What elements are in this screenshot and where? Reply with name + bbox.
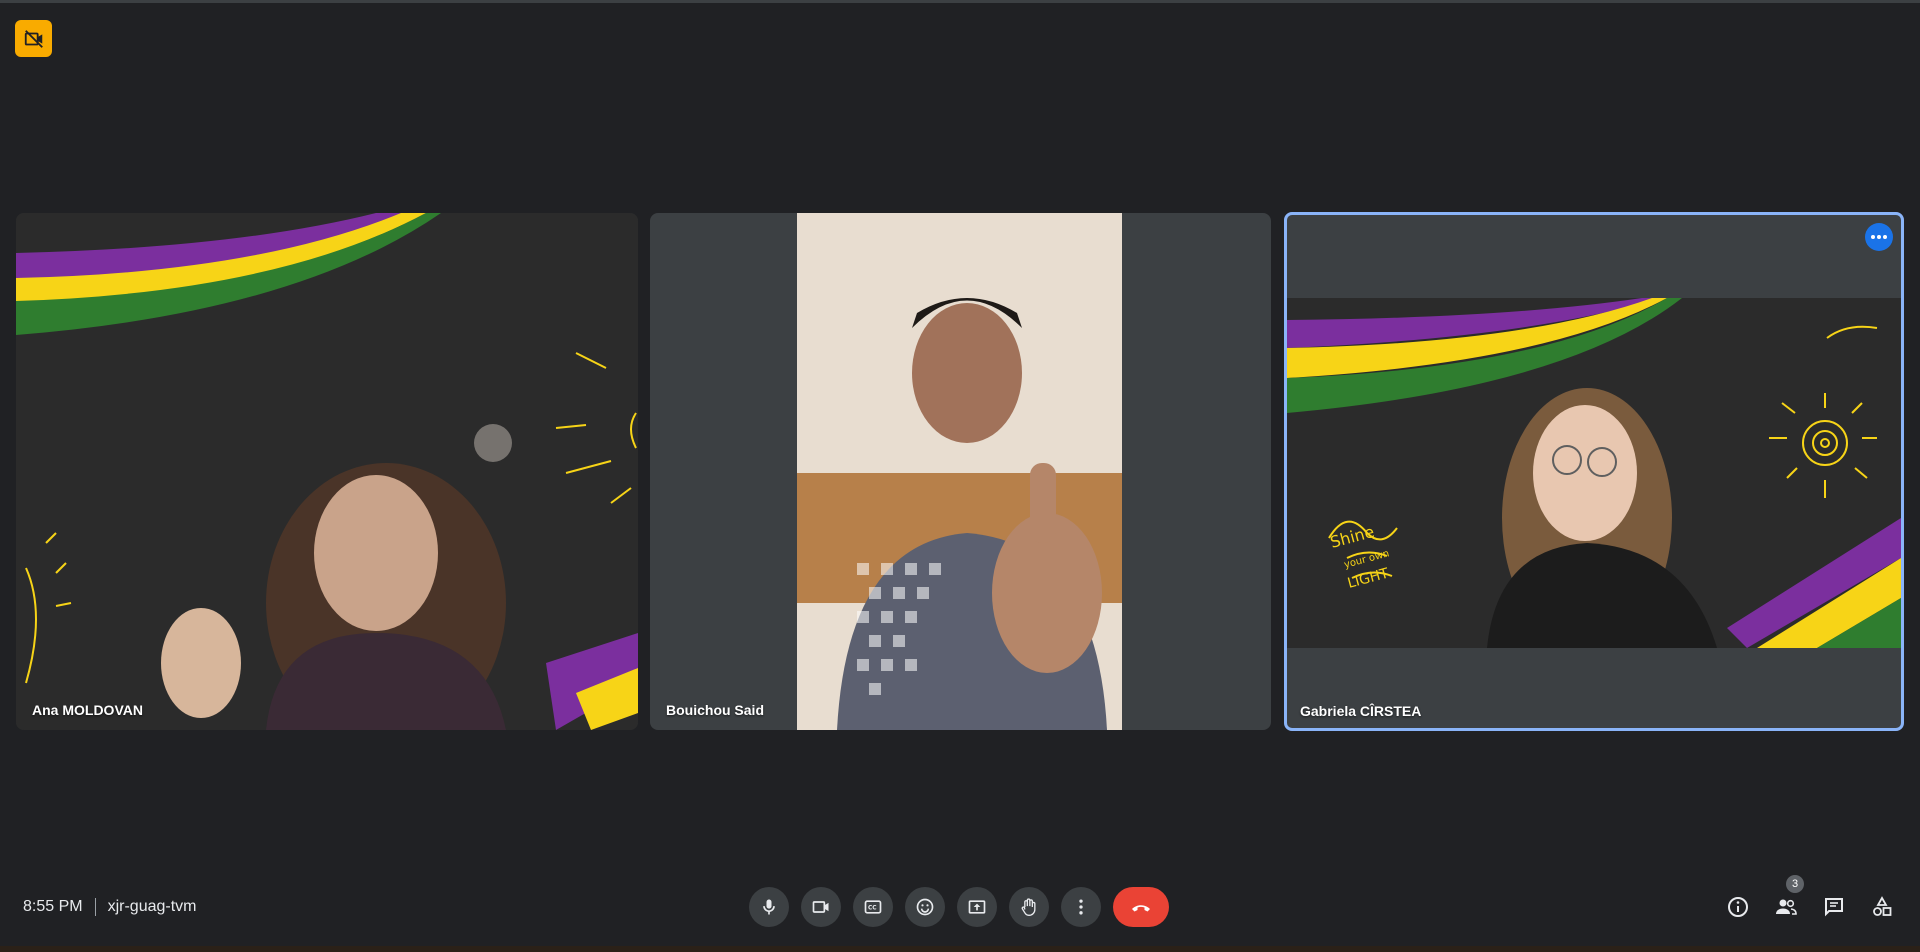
microphone-icon: [759, 897, 779, 917]
emoji-icon: [915, 897, 935, 917]
more-options-icon: [1871, 235, 1887, 239]
raise-hand-button[interactable]: [1009, 887, 1049, 927]
end-call-button[interactable]: [1113, 887, 1169, 927]
svg-text:CC: CC: [868, 906, 877, 912]
participant-name: Ana MOLDOVAN: [32, 702, 143, 718]
microphone-button[interactable]: [749, 887, 789, 927]
participant-video: [16, 213, 638, 730]
divider: [94, 898, 96, 916]
present-screen-icon: [967, 897, 987, 917]
no-camera-badge-icon: [23, 28, 45, 50]
captions-icon: CC: [863, 897, 883, 917]
side-panel-controls: 3: [1718, 875, 1902, 927]
captions-button[interactable]: CC: [853, 887, 893, 927]
raise-hand-icon: [1019, 897, 1039, 917]
meeting-details: 8:55 PM xjr-guag-tvm: [23, 895, 197, 919]
camera-off-badge[interactable]: [15, 20, 52, 57]
participant-tile-2[interactable]: Bouichou Said: [650, 213, 1271, 730]
meeting-details-button[interactable]: [1718, 887, 1758, 927]
participant-name: Gabriela CÎRSTEA: [1300, 703, 1422, 719]
video-camera-icon: [811, 897, 831, 917]
call-controls: CC: [749, 887, 1169, 927]
more-options-button[interactable]: [1865, 223, 1893, 251]
participant-video: Shine your own LIGHT: [1287, 298, 1901, 648]
camera-button[interactable]: [801, 887, 841, 927]
emoji-button[interactable]: [905, 887, 945, 927]
more-options-button[interactable]: [1061, 887, 1101, 927]
present-button[interactable]: [957, 887, 997, 927]
participant-tile-1[interactable]: Ana MOLDOVAN: [16, 213, 638, 730]
participant-name: Bouichou Said: [666, 702, 764, 718]
meeting-code: xjr-guag-tvm: [107, 898, 197, 915]
chat-button[interactable]: [1814, 887, 1854, 927]
people-button[interactable]: 3: [1766, 875, 1806, 927]
participant-video: [797, 213, 1122, 730]
info-icon: [1726, 895, 1750, 919]
window-bottom-border: [0, 946, 1920, 952]
activities-button[interactable]: [1862, 887, 1902, 927]
people-icon: [1774, 895, 1798, 919]
end-call-icon: [1129, 895, 1153, 919]
window-top-border: [0, 0, 1920, 3]
chat-icon: [1822, 895, 1846, 919]
meeting-time: 8:55 PM: [23, 898, 83, 915]
participant-count-badge: 3: [1786, 875, 1804, 893]
activities-icon: [1870, 895, 1894, 919]
more-vert-icon: [1071, 897, 1091, 917]
participant-tile-3[interactable]: Shine your own LIGHT Gabriela CÎRSTEA: [1284, 212, 1904, 731]
